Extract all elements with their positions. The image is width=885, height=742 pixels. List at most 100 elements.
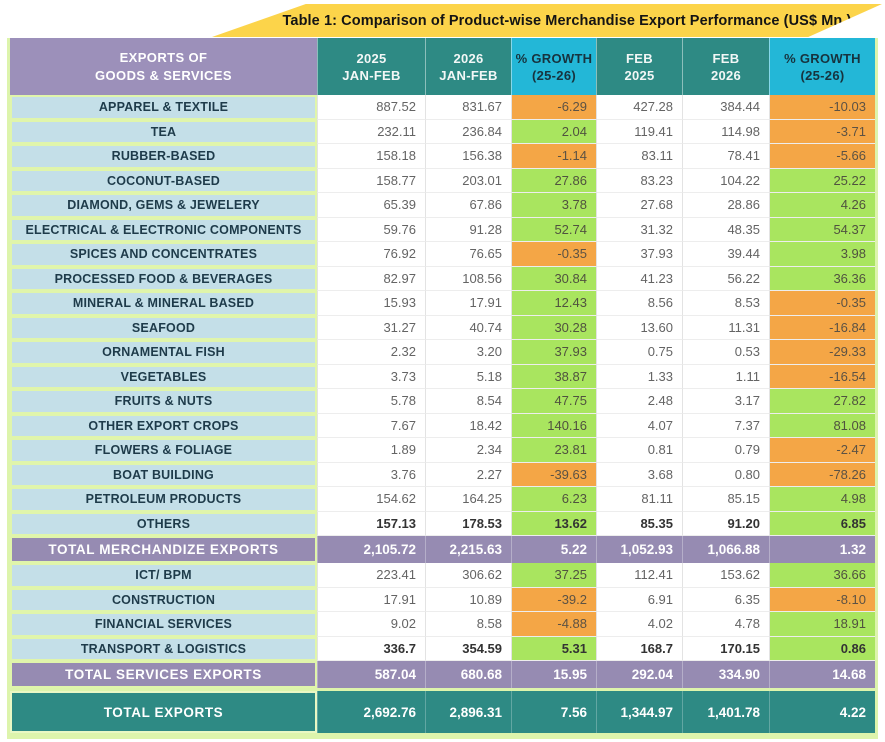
value-cell: 37.93 <box>596 242 682 267</box>
growth-cell: 5.31 <box>511 637 596 662</box>
growth-cell: 3.78 <box>511 193 596 218</box>
growth-cell: -2.47 <box>769 438 875 463</box>
table-row: ICT/ BPM223.41306.6237.25112.41153.6236.… <box>10 563 875 588</box>
value-cell: 15.93 <box>317 291 425 316</box>
value-cell: 0.53 <box>682 340 769 365</box>
value-cell: 39.44 <box>682 242 769 267</box>
table-row: ELECTRICAL & ELECTRONIC COMPONENTS59.769… <box>10 218 875 243</box>
table-row: RUBBER-BASED158.18156.38-1.1483.1178.41-… <box>10 144 875 169</box>
row-label: TRANSPORT & LOGISTICS <box>10 637 317 662</box>
growth-cell: -16.54 <box>769 365 875 390</box>
value-cell: 236.84 <box>425 120 511 145</box>
row-label: FLOWERS & FOLIAGE <box>10 438 317 463</box>
value-cell: 27.68 <box>596 193 682 218</box>
value-cell: 67.86 <box>425 193 511 218</box>
value-cell: 7.37 <box>682 414 769 439</box>
row-label: CONSTRUCTION <box>10 588 317 613</box>
growth-cell: 30.84 <box>511 267 596 292</box>
growth-cell: -4.88 <box>511 612 596 637</box>
growth-cell: 3.98 <box>769 242 875 267</box>
value-cell: 65.39 <box>317 193 425 218</box>
table-row: FRUITS & NUTS5.788.5447.752.483.1727.82 <box>10 389 875 414</box>
table-row: TEA232.11236.842.04119.41114.98-3.71 <box>10 120 875 145</box>
value-cell: 887.52 <box>317 95 425 120</box>
value-cell: 4.78 <box>682 612 769 637</box>
row-label: TOTAL MERCHANDIZE EXPORTS <box>10 536 317 563</box>
table-row: ORNAMENTAL FISH2.323.2037.930.750.53-29.… <box>10 340 875 365</box>
value-cell: 306.62 <box>425 563 511 588</box>
value-cell: 680.68 <box>425 661 511 688</box>
value-cell: 203.01 <box>425 169 511 194</box>
value-cell: 41.23 <box>596 267 682 292</box>
growth-cell: 54.37 <box>769 218 875 243</box>
value-cell: 158.18 <box>317 144 425 169</box>
value-cell: 40.74 <box>425 316 511 341</box>
row-label: FRUITS & NUTS <box>10 389 317 414</box>
value-cell: 2.34 <box>425 438 511 463</box>
value-cell: 1.11 <box>682 365 769 390</box>
row-label: OTHER EXPORT CROPS <box>10 414 317 439</box>
value-cell: 831.67 <box>425 95 511 120</box>
value-cell: 170.15 <box>682 637 769 662</box>
value-cell: 5.18 <box>425 365 511 390</box>
value-cell: 0.79 <box>682 438 769 463</box>
growth-cell: -5.66 <box>769 144 875 169</box>
value-cell: 427.28 <box>596 95 682 120</box>
row-label: ORNAMENTAL FISH <box>10 340 317 365</box>
value-cell: 232.11 <box>317 120 425 145</box>
table-row: SEAFOOD31.2740.7430.2813.6011.31-16.84 <box>10 316 875 341</box>
value-cell: 6.91 <box>596 588 682 613</box>
growth-cell: 13.62 <box>511 512 596 537</box>
growth-cell: 38.87 <box>511 365 596 390</box>
growth-cell: 12.43 <box>511 291 596 316</box>
value-cell: 0.80 <box>682 463 769 488</box>
header-2026-jan-feb: 2026 JAN-FEB <box>425 38 511 95</box>
value-cell: 28.86 <box>682 193 769 218</box>
growth-cell: 36.36 <box>769 267 875 292</box>
value-cell: 1.33 <box>596 365 682 390</box>
growth-cell: 47.75 <box>511 389 596 414</box>
row-label: TEA <box>10 120 317 145</box>
value-cell: 11.31 <box>682 316 769 341</box>
table-row: FLOWERS & FOLIAGE1.892.3423.810.810.79-2… <box>10 438 875 463</box>
growth-cell: -3.71 <box>769 120 875 145</box>
value-cell: 587.04 <box>317 661 425 688</box>
table-rows: APPAREL & TEXTILE887.52831.67-6.29427.28… <box>10 95 875 733</box>
header-exports-of-goods-and-services: EXPORTS OF GOODS & SERVICES <box>10 38 317 95</box>
value-cell: 164.25 <box>425 487 511 512</box>
value-cell: 1.89 <box>317 438 425 463</box>
growth-cell: 23.81 <box>511 438 596 463</box>
value-cell: 1,066.88 <box>682 536 769 563</box>
value-cell: 17.91 <box>425 291 511 316</box>
value-cell: 91.20 <box>682 512 769 537</box>
value-cell: 48.35 <box>682 218 769 243</box>
growth-cell: 6.85 <box>769 512 875 537</box>
value-cell: 119.41 <box>596 120 682 145</box>
value-cell: 13.60 <box>596 316 682 341</box>
table-row: PETROLEUM PRODUCTS154.62164.256.2381.118… <box>10 487 875 512</box>
value-cell: 112.41 <box>596 563 682 588</box>
value-cell: 81.11 <box>596 487 682 512</box>
header-line: FEB <box>713 50 740 67</box>
growth-cell: 0.86 <box>769 637 875 662</box>
row-label: VEGETABLES <box>10 365 317 390</box>
value-cell: 56.22 <box>682 267 769 292</box>
value-cell: 1,401.78 <box>682 691 769 733</box>
value-cell: 3.17 <box>682 389 769 414</box>
row-label: PROCESSED FOOD & BEVERAGES <box>10 267 317 292</box>
table-row: OTHERS157.13178.5313.6285.3591.206.85 <box>10 512 875 537</box>
row-label: TOTAL EXPORTS <box>10 691 317 733</box>
value-cell: 6.35 <box>682 588 769 613</box>
value-cell: 83.23 <box>596 169 682 194</box>
row-label: BOAT BUILDING <box>10 463 317 488</box>
header-line: (25-26) <box>532 67 576 84</box>
growth-cell: 36.66 <box>769 563 875 588</box>
row-label: COCONUT-BASED <box>10 169 317 194</box>
table-title: Table 1: Comparison of Product-wise Merc… <box>243 13 852 29</box>
value-cell: 85.15 <box>682 487 769 512</box>
growth-cell: -39.63 <box>511 463 596 488</box>
table-row: TOTAL EXPORTS2,692.762,896.317.561,344.9… <box>10 688 875 733</box>
value-cell: 18.42 <box>425 414 511 439</box>
table-row: OTHER EXPORT CROPS7.6718.42140.164.077.3… <box>10 414 875 439</box>
header-line: GOODS & SERVICES <box>95 67 232 85</box>
